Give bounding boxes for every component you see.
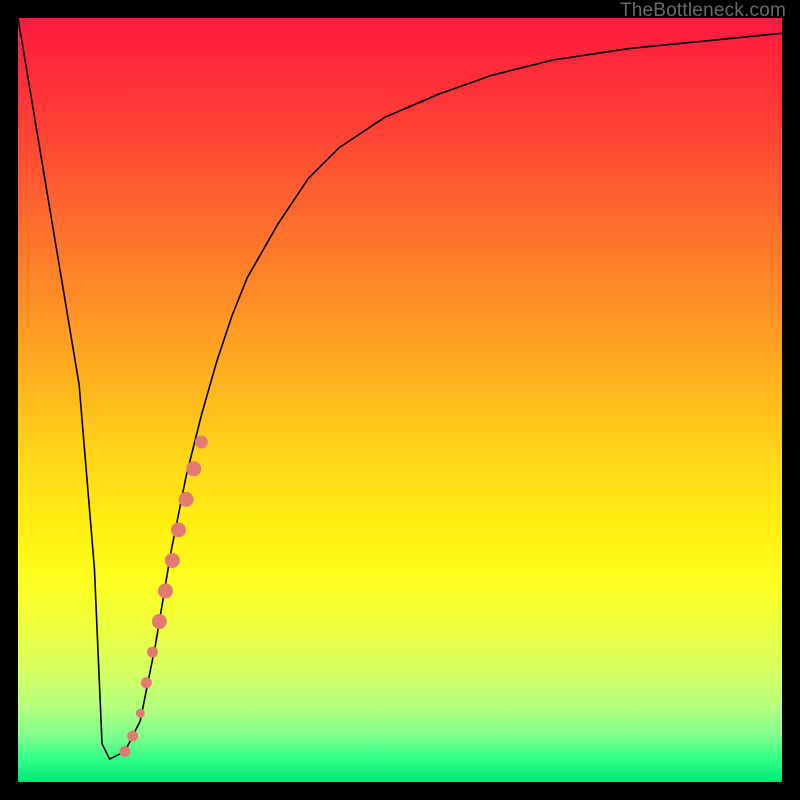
bottleneck-curve <box>18 18 782 759</box>
chart-svg <box>18 18 782 782</box>
highlight-dot <box>147 647 157 657</box>
highlight-dot <box>195 436 207 448</box>
highlight-dot <box>179 492 193 506</box>
highlight-dot <box>141 678 151 688</box>
plot-area <box>18 18 782 782</box>
highlight-dot <box>136 709 144 717</box>
highlight-dot <box>171 523 185 537</box>
highlight-dot <box>120 746 130 756</box>
watermark-text: TheBottleneck.com <box>620 0 786 22</box>
highlight-dot <box>128 731 138 741</box>
chart-frame: TheBottleneck.com <box>0 0 800 800</box>
highlight-dots <box>120 436 207 756</box>
highlight-dot <box>187 462 201 476</box>
highlight-dot <box>158 584 172 598</box>
highlight-dot <box>165 553 179 567</box>
highlight-dot <box>152 615 166 629</box>
